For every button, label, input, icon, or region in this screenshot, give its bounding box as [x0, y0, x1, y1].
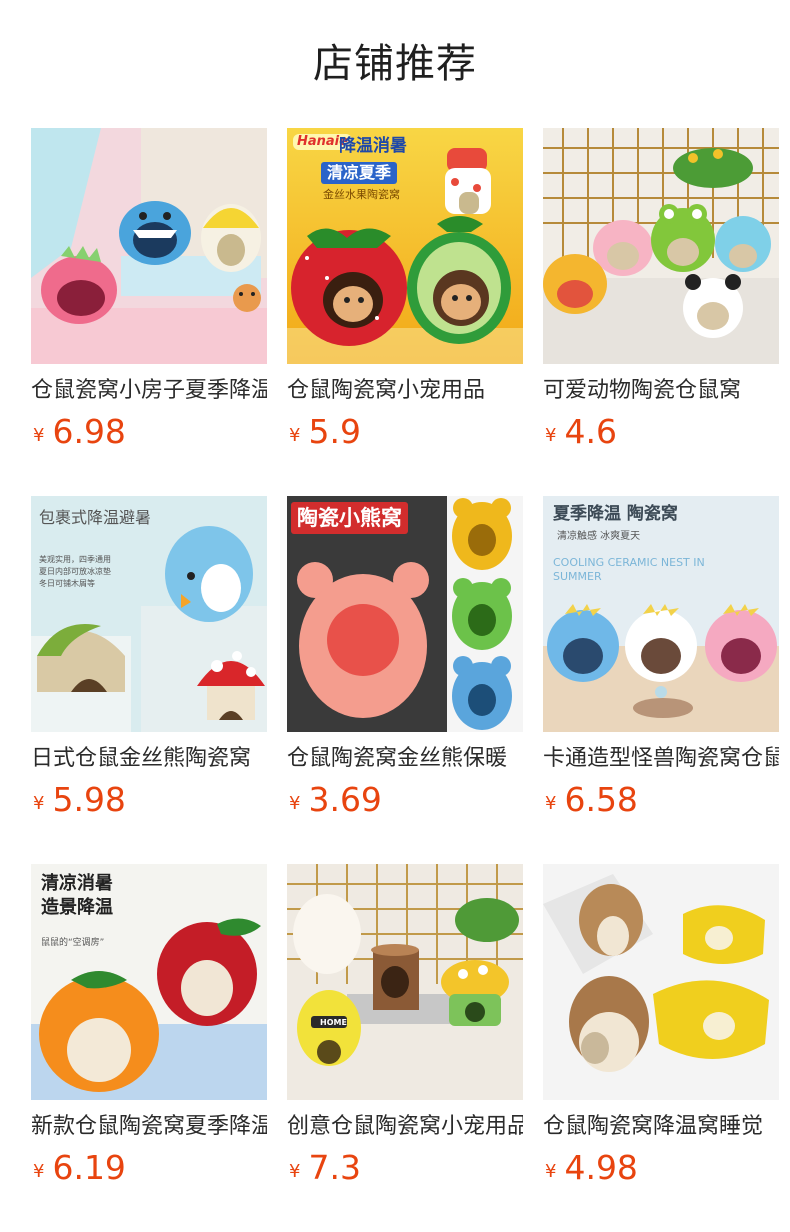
- price-value: 6.98: [52, 412, 126, 451]
- currency-symbol: ¥: [545, 425, 557, 446]
- product-price: ¥6.98: [31, 412, 267, 452]
- price-value: 6.58: [564, 780, 638, 819]
- product-subtext: 鼠鼠的“空调房”: [41, 938, 105, 948]
- product-card[interactable]: 仓鼠瓷窝小房子夏季降温 ¥6.98: [31, 128, 267, 496]
- product-card[interactable]: 可爱动物陶瓷仓鼠窝 ¥4.6: [543, 128, 779, 496]
- currency-symbol: ¥: [289, 425, 301, 446]
- product-name[interactable]: 日式仓鼠金丝熊陶瓷窝: [31, 744, 267, 774]
- shark-house-illustration: [31, 128, 267, 364]
- price-value: 5.98: [52, 780, 126, 819]
- price-value: 4.98: [564, 1148, 638, 1187]
- product-banner: 清凉消暑: [41, 873, 113, 894]
- product-card[interactable]: Hanaie 降温消暑 清凉夏季 金丝水果陶瓷窝 仓鼠陶瓷窝小宠用品 ¥5.9: [287, 128, 523, 496]
- product-price: ¥3.69: [287, 780, 523, 820]
- price-value: 5.9: [308, 412, 361, 451]
- product-banner: 陶瓷小熊窝: [291, 502, 408, 534]
- currency-symbol: ¥: [289, 793, 301, 814]
- product-name[interactable]: 仓鼠陶瓷窝金丝熊保暖: [287, 744, 523, 774]
- product-name[interactable]: 新款仓鼠陶瓷窝夏季降温: [31, 1112, 267, 1142]
- product-name[interactable]: 仓鼠陶瓷窝小宠用品: [287, 376, 523, 406]
- price-value: 3.69: [308, 780, 382, 819]
- product-subtext: 清凉触感 冰爽夏天: [557, 531, 641, 542]
- price-value: 7.3: [308, 1148, 361, 1187]
- product-card[interactable]: 包裹式降温避暑 美观实用，四季通用 夏日内部可放冰凉垫 冬日可铺木屑等 日式仓鼠…: [31, 496, 267, 864]
- product-name[interactable]: 仓鼠陶瓷窝降温窝睡觉: [543, 1112, 779, 1142]
- product-price: ¥6.19: [31, 1148, 267, 1188]
- product-name[interactable]: 卡通造型怪兽陶瓷窝仓鼠: [543, 744, 779, 774]
- product-image[interactable]: Hanaie 降温消暑 清凉夏季 金丝水果陶瓷窝: [287, 128, 523, 364]
- walnut-peanut-illustration: [543, 864, 779, 1100]
- product-image[interactable]: [543, 128, 779, 364]
- product-price: ¥7.3: [287, 1148, 523, 1188]
- product-grid: 仓鼠瓷窝小房子夏季降温 ¥6.98 Hanaie 降温消暑 清凉夏季 金丝水果陶…: [31, 128, 779, 1232]
- store-recommend-page: 店铺推荐 仓鼠瓷窝小房子夏季降温 ¥ 6.98 Hanaie 降温消暑 清凉夏季…: [0, 0, 790, 1232]
- product-card[interactable]: 清凉消暑 造景降温 鼠鼠的“空调房” 新款仓鼠陶瓷窝夏季降温 ¥6.19: [31, 864, 267, 1232]
- product-image[interactable]: [543, 864, 779, 1100]
- product-price: ¥5.98: [31, 780, 267, 820]
- product-card[interactable]: 仓鼠陶瓷窝降温窝睡觉 ¥4.98: [543, 864, 779, 1232]
- product-name[interactable]: 可爱动物陶瓷仓鼠窝: [543, 376, 779, 406]
- currency-symbol: ¥: [33, 425, 45, 446]
- product-image[interactable]: 清凉消暑 造景降温 鼠鼠的“空调房”: [31, 864, 267, 1100]
- product-banner-secondary: 清凉夏季: [321, 162, 398, 184]
- product-banner-secondary: 造景降温: [41, 897, 113, 918]
- product-banner: 包裹式降温避暑: [39, 508, 152, 527]
- product-banner: 降温消暑: [339, 136, 407, 156]
- currency-symbol: ¥: [289, 1161, 301, 1182]
- product-card[interactable]: HOME 创意仓鼠陶瓷窝小宠用品 ¥7.3: [287, 864, 523, 1232]
- product-price: ¥5.9: [287, 412, 523, 452]
- product-card[interactable]: 陶瓷小熊窝 仓鼠陶瓷窝金丝熊保暖 ¥3.69: [287, 496, 523, 864]
- currency-symbol: ¥: [545, 1161, 557, 1182]
- product-image[interactable]: 陶瓷小熊窝: [287, 496, 523, 732]
- product-image[interactable]: [31, 128, 267, 364]
- product-subtext-en: COOLING CERAMIC NEST IN SUMMER: [553, 556, 705, 583]
- product-price: ¥6.58: [543, 780, 779, 820]
- product-card[interactable]: 夏季降温 陶瓷窝 清凉触感 冰爽夏天 COOLING CERAMIC NEST …: [543, 496, 779, 864]
- product-name[interactable]: 创意仓鼠陶瓷窝小宠用品: [287, 1112, 523, 1142]
- product-image[interactable]: HOME: [287, 864, 523, 1100]
- page-title: 店铺推荐: [313, 41, 477, 87]
- product-subtext: HOME: [320, 1018, 347, 1027]
- tree-stump-illustration: [287, 864, 523, 1100]
- penguin-mushroom-illustration: [31, 496, 267, 732]
- product-banner: 夏季降温 陶瓷窝: [553, 504, 678, 524]
- animal-faces-illustration: [543, 128, 779, 364]
- product-image[interactable]: 包裹式降温避暑 美观实用，四季通用 夏日内部可放冰凉垫 冬日可铺木屑等: [31, 496, 267, 732]
- currency-symbol: ¥: [33, 793, 45, 814]
- product-name[interactable]: 仓鼠瓷窝小房子夏季降温: [31, 376, 267, 406]
- product-subtext: 美观实用，四季通用 夏日内部可放冰凉垫 冬日可铺木屑等: [39, 555, 111, 588]
- price-value: 6.19: [52, 1148, 126, 1187]
- currency-symbol: ¥: [33, 1161, 45, 1182]
- price-value: 4.6: [564, 412, 617, 451]
- currency-symbol: ¥: [545, 793, 557, 814]
- product-price: ¥4.98: [543, 1148, 779, 1188]
- product-subtext: 金丝水果陶瓷窝: [323, 188, 400, 201]
- product-image[interactable]: 夏季降温 陶瓷窝 清凉触感 冰爽夏天 COOLING CERAMIC NEST …: [543, 496, 779, 732]
- product-price: ¥4.6: [543, 412, 779, 452]
